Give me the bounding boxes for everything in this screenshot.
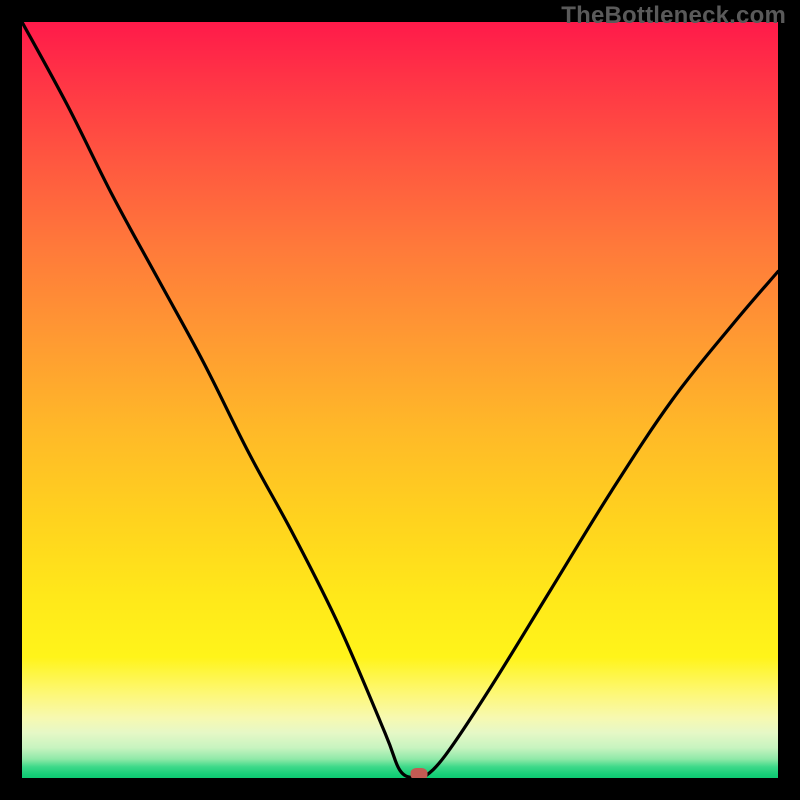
watermark-text: TheBottleneck.com [561,2,786,30]
plot-area [22,22,778,778]
curve-svg [22,22,778,778]
chart-frame: TheBottleneck.com [0,0,800,800]
bottleneck-curve-path [22,22,778,778]
min-point-marker [410,768,427,778]
